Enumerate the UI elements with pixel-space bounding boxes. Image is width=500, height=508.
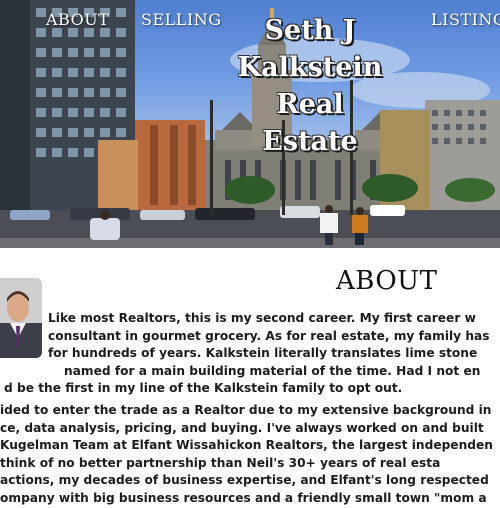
about-p1-line-4: named for a main building material of th… <box>64 363 481 378</box>
site-logo-title[interactable]: Seth J Kalkstein Real Estate <box>225 12 395 160</box>
about-paragraph-2: ided to enter the trade as a Realtor due… <box>0 402 500 508</box>
nav-listings-link[interactable]: LISTING <box>431 10 500 29</box>
brand-line-3: Real Estate <box>262 89 358 157</box>
about-p1-line-3: for hundreds of years. Kalkstein literal… <box>48 346 478 361</box>
about-p2-line-1: ided to enter the trade as a Realtor due… <box>0 403 492 417</box>
hero-banner: ABOUT SELLING LISTING Seth J Kalkstein R… <box>0 0 500 248</box>
nav-about-link[interactable]: ABOUT <box>46 10 109 29</box>
about-p1-line-5: d be the first in my line of the Kalkste… <box>4 381 403 396</box>
about-paragraph-1: Like most Realtors, this is my second ca… <box>0 310 500 398</box>
about-p2-line-5: actions, my decades of business expertis… <box>0 473 489 488</box>
brand-line-2: Kalkstein <box>237 52 383 83</box>
about-p1-line-2: consultant in gourmet grocery. As for re… <box>48 328 490 343</box>
about-p2-line-2: ce, data analysis, pricing, and buying. … <box>0 420 484 435</box>
about-p2-line-6: ompany with big business resources and a… <box>0 490 487 505</box>
nav-selling-link[interactable]: SELLING <box>141 10 222 29</box>
about-p1-line-1: Like most Realtors, this is my second ca… <box>48 311 476 325</box>
about-p2-line-3: Kugelman Team at Elfant Wissahickon Real… <box>0 438 493 453</box>
about-p2-line-4: think of no better partnership than Neil… <box>0 455 441 470</box>
about-heading: ABOUT <box>336 266 438 296</box>
brand-line-1: Seth J <box>264 15 356 46</box>
